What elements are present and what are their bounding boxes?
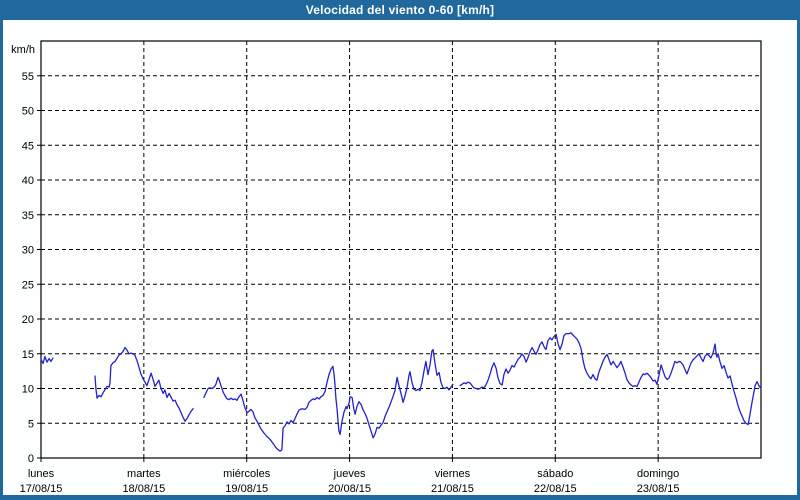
y-tick-label: 5 bbox=[28, 418, 34, 430]
x-day-label: miércoles bbox=[223, 468, 271, 480]
window-border-left bbox=[0, 20, 3, 500]
window-border-bottom bbox=[0, 495, 800, 500]
x-day-label: viernes bbox=[435, 468, 471, 480]
y-tick-label: 10 bbox=[22, 384, 34, 396]
y-tick-label: 50 bbox=[22, 106, 34, 118]
x-date-label: 22/08/15 bbox=[534, 483, 577, 495]
y-tick-label: 40 bbox=[22, 175, 34, 187]
x-day-label: sábado bbox=[537, 468, 573, 480]
y-tick-label: 20 bbox=[22, 314, 34, 326]
y-tick-label: 15 bbox=[22, 349, 34, 361]
y-tick-label: 55 bbox=[22, 71, 34, 83]
app-window: 0 5 10 15 20 25 30 35 40 45 50 55 km/h lunes 17/08/15 m… bbox=[0, 0, 800, 500]
y-tick-label: 45 bbox=[22, 140, 34, 152]
x-day-label: domingo bbox=[637, 468, 679, 480]
y-axis-unit-label: km/h bbox=[11, 44, 35, 56]
x-date-label: 20/08/15 bbox=[328, 483, 371, 495]
window-title: Velocidad del viento 0-60 [km/h] bbox=[305, 3, 495, 17]
y-tick-label: 0 bbox=[28, 453, 34, 465]
x-date-label: 17/08/15 bbox=[20, 483, 63, 495]
x-date-label: 21/08/15 bbox=[431, 483, 474, 495]
window-titlebar: Velocidad del viento 0-60 [km/h] bbox=[0, 0, 800, 20]
y-tick-label: 30 bbox=[22, 245, 34, 257]
x-date-label: 18/08/15 bbox=[122, 483, 165, 495]
y-tick-label: 35 bbox=[22, 210, 34, 222]
x-day-label: martes bbox=[127, 468, 161, 480]
y-tick-label: 25 bbox=[22, 279, 34, 291]
x-day-label: lunes bbox=[28, 468, 55, 480]
x-date-label: 23/08/15 bbox=[637, 483, 680, 495]
x-date-label: 19/08/15 bbox=[225, 483, 268, 495]
wind-speed-chart: 0 5 10 15 20 25 30 35 40 45 50 55 km/h lunes 17/08/15 m… bbox=[11, 40, 762, 495]
x-day-label: jueves bbox=[333, 468, 366, 480]
